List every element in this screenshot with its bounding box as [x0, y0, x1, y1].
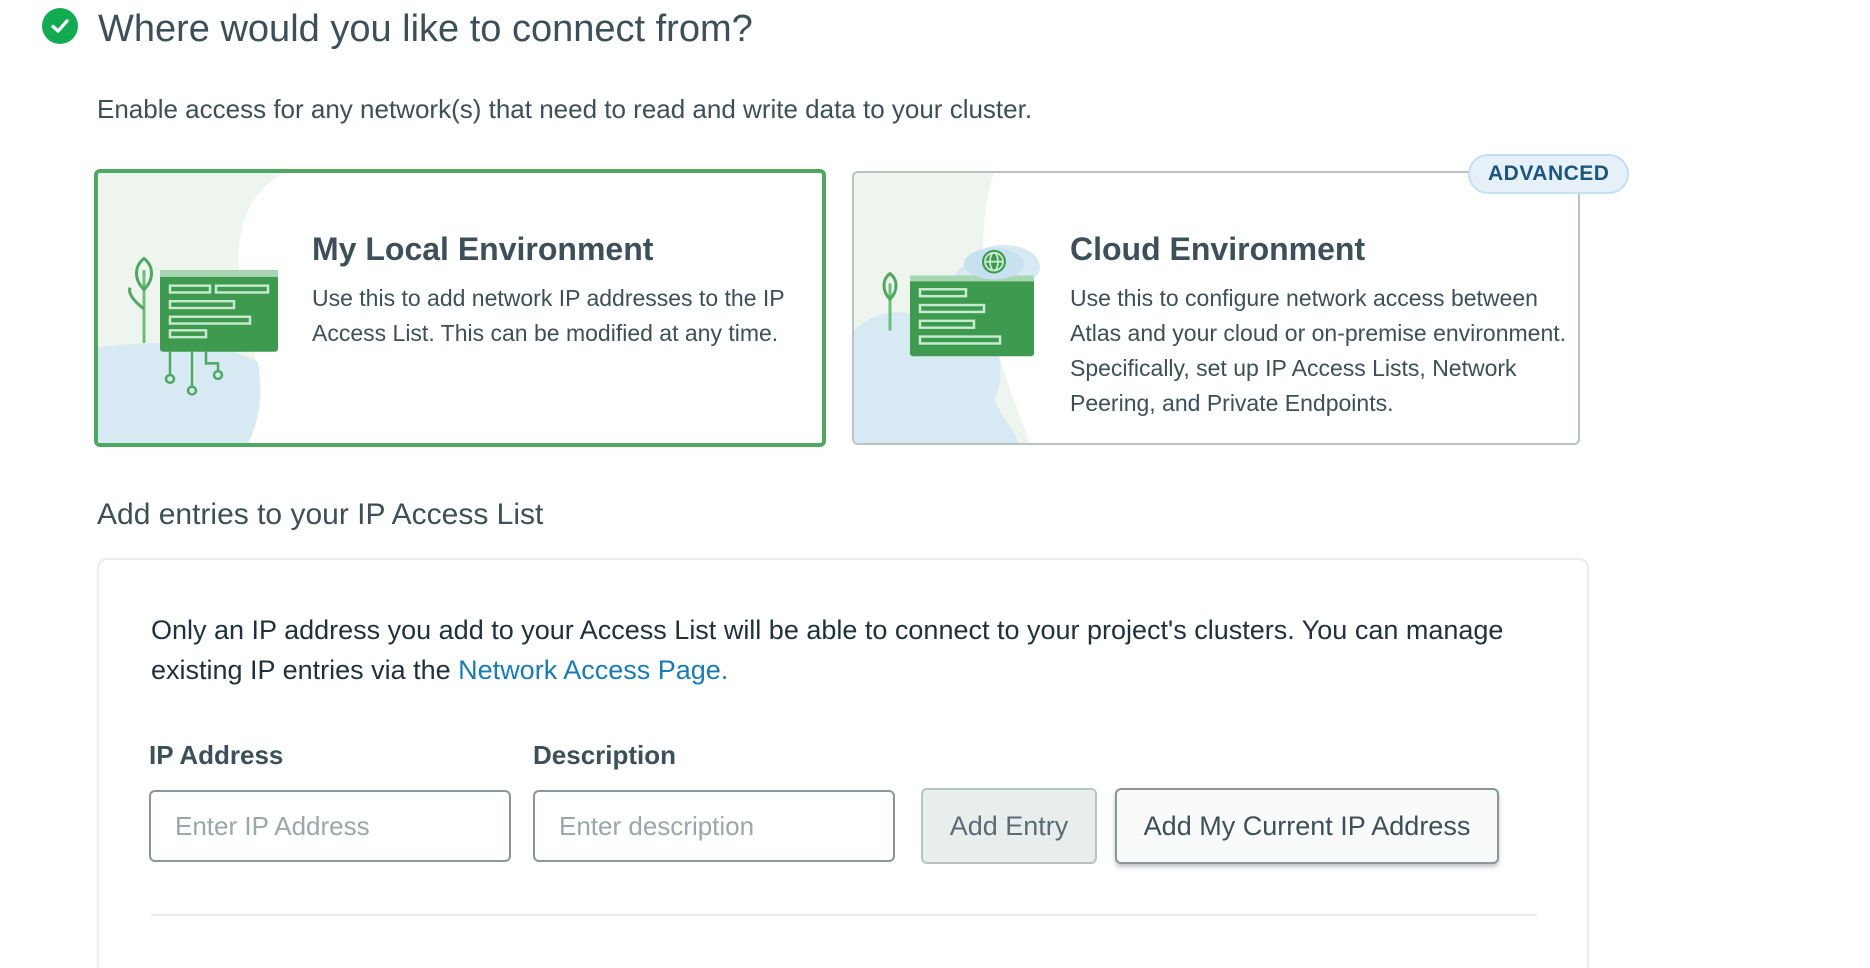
ip-address-input[interactable] — [149, 790, 511, 862]
cloud-environment-card[interactable]: Cloud Environment Use this to configure … — [852, 171, 1580, 445]
local-environment-card[interactable]: My Local Environment Use this to add net… — [94, 169, 826, 447]
local-environment-illustration — [98, 173, 283, 443]
cloud-environment-description: Use this to configure network access bet… — [1070, 285, 1567, 416]
access-list-info: Only an IP address you add to your Acces… — [151, 610, 1551, 690]
description-input[interactable] — [533, 790, 895, 862]
advanced-badge: ADVANCED — [1468, 154, 1630, 194]
access-list-info-text: Only an IP address you add to your Acces… — [151, 615, 1504, 685]
local-environment-title: My Local Environment — [312, 231, 654, 267]
divider — [151, 914, 1537, 916]
description-label: Description — [533, 740, 677, 770]
check-circle-icon — [42, 8, 78, 44]
ip-address-label: IP Address — [149, 740, 284, 770]
step-title: Where would you like to connect from? — [98, 8, 753, 50]
access-list-section-title: Add entries to your IP Access List — [97, 498, 544, 531]
cloud-environment-illustration — [854, 173, 1040, 443]
add-current-ip-button[interactable]: Add My Current IP Address — [1115, 788, 1499, 864]
step-header: Where would you like to connect from? — [42, 8, 753, 50]
add-entry-button[interactable]: Add Entry — [921, 788, 1097, 864]
step-subtitle: Enable access for any network(s) that ne… — [97, 94, 1033, 124]
cloud-environment-title: Cloud Environment — [1070, 231, 1366, 267]
access-list-panel: Only an IP address you add to your Acces… — [97, 558, 1589, 968]
network-access-page-link[interactable]: Network Access Page. — [458, 655, 728, 685]
local-environment-description: Use this to add network IP addresses to … — [312, 285, 785, 346]
